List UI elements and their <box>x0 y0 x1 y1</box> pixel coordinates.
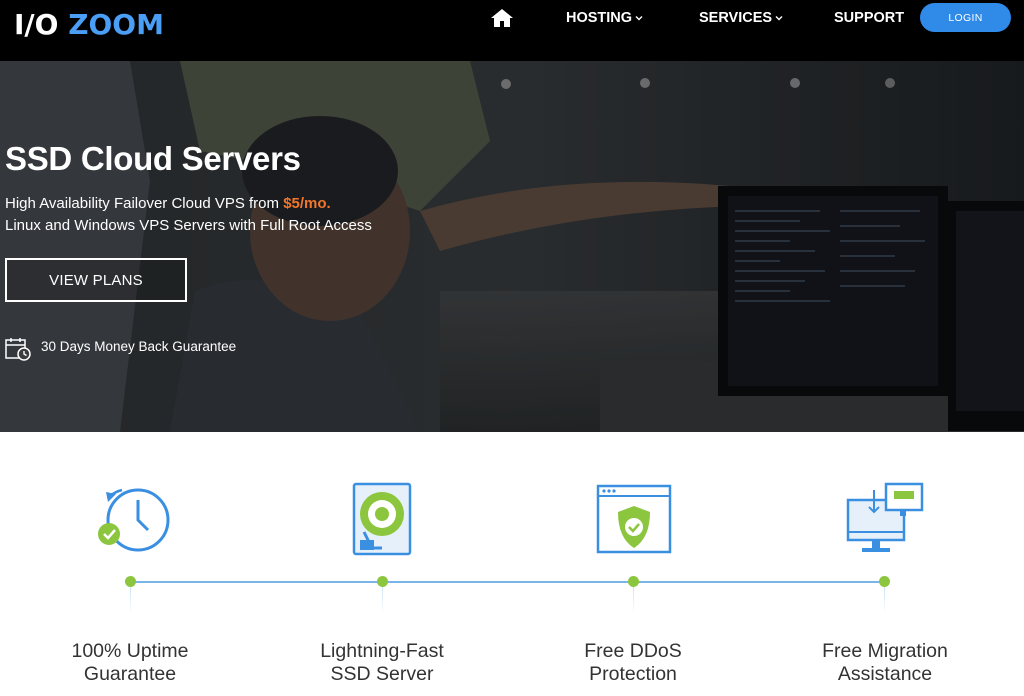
chevron-down-icon <box>635 16 643 21</box>
feature-ssd-line2: SSD Server <box>330 663 434 685</box>
nav-services-label: SERVICES <box>699 10 773 26</box>
feature-uptime-line2: Guarantee <box>83 663 177 685</box>
timeline-stem <box>884 587 885 615</box>
feature-ssd-line1: Lightning-Fast <box>320 640 444 662</box>
hero-subtitle-prefix: High Availability Failover Cloud VPS fro… <box>5 195 284 212</box>
feature-migration-line2: Assistance <box>837 663 933 685</box>
hero-background-image <box>0 61 1024 432</box>
ssd-drive-icon <box>352 482 412 556</box>
ddos-shield-icon <box>596 484 672 554</box>
logo-text-zoom: ZOOM <box>68 8 164 41</box>
feature-uptime-label: 100% Uptime Guarantee <box>20 640 240 686</box>
chevron-down-icon <box>775 16 783 21</box>
home-icon[interactable] <box>490 8 514 28</box>
hero-title: SSD Cloud Servers <box>5 140 301 177</box>
timeline-dot <box>125 576 136 587</box>
migration-monitor-icon <box>846 482 924 552</box>
money-back-guarantee-text: 30 Days Money Back Guarantee <box>41 339 237 354</box>
timeline-stem <box>130 587 131 615</box>
login-button[interactable]: LOGIN <box>920 3 1011 32</box>
nav-support[interactable]: SUPPORT <box>834 9 904 27</box>
hero-banner: SSD Cloud Servers High Availability Fail… <box>0 61 1024 432</box>
calendar-clock-icon <box>5 338 31 361</box>
hero-subtitle-line1: High Availability Failover Cloud VPS fro… <box>5 195 331 212</box>
feature-migration-line1: Free Migration <box>822 640 948 662</box>
feature-ddos-line1: Free DDoS <box>584 640 682 662</box>
timeline-stem <box>633 587 634 615</box>
feature-ddos-label: Free DDoS Protection <box>523 640 743 686</box>
hero-subtitle-line2: Linux and Windows VPS Servers with Full … <box>5 217 372 234</box>
top-navbar: I/O ZOOM HOSTING SERVICES SUPPORT LOGIN <box>0 0 1024 61</box>
timeline-line <box>131 581 885 583</box>
timeline-dot <box>879 576 890 587</box>
logo-text-io: I/O <box>14 8 69 41</box>
timeline-stem <box>382 587 383 615</box>
brand-logo[interactable]: I/O ZOOM <box>14 8 164 42</box>
feature-ssd-label: Lightning-Fast SSD Server <box>272 640 492 686</box>
feature-migration-label: Free Migration Assistance <box>775 640 995 686</box>
hero-price: $5/mo. <box>283 195 331 212</box>
nav-hosting-label: HOSTING <box>566 10 633 26</box>
timeline-dot <box>377 576 388 587</box>
view-plans-button[interactable]: VIEW PLANS <box>5 258 187 302</box>
features-section: 100% Uptime Guarantee Lightning-Fast SSD S… <box>0 432 1024 696</box>
feature-uptime-line1: 100% Uptime <box>71 640 189 662</box>
timeline-dot <box>628 576 639 587</box>
feature-ddos-line2: Protection <box>589 663 677 685</box>
uptime-clock-icon <box>98 488 170 552</box>
nav-hosting[interactable]: HOSTING <box>566 9 643 27</box>
nav-services[interactable]: SERVICES <box>699 9 783 27</box>
nav-support-label: SUPPORT <box>834 10 905 26</box>
